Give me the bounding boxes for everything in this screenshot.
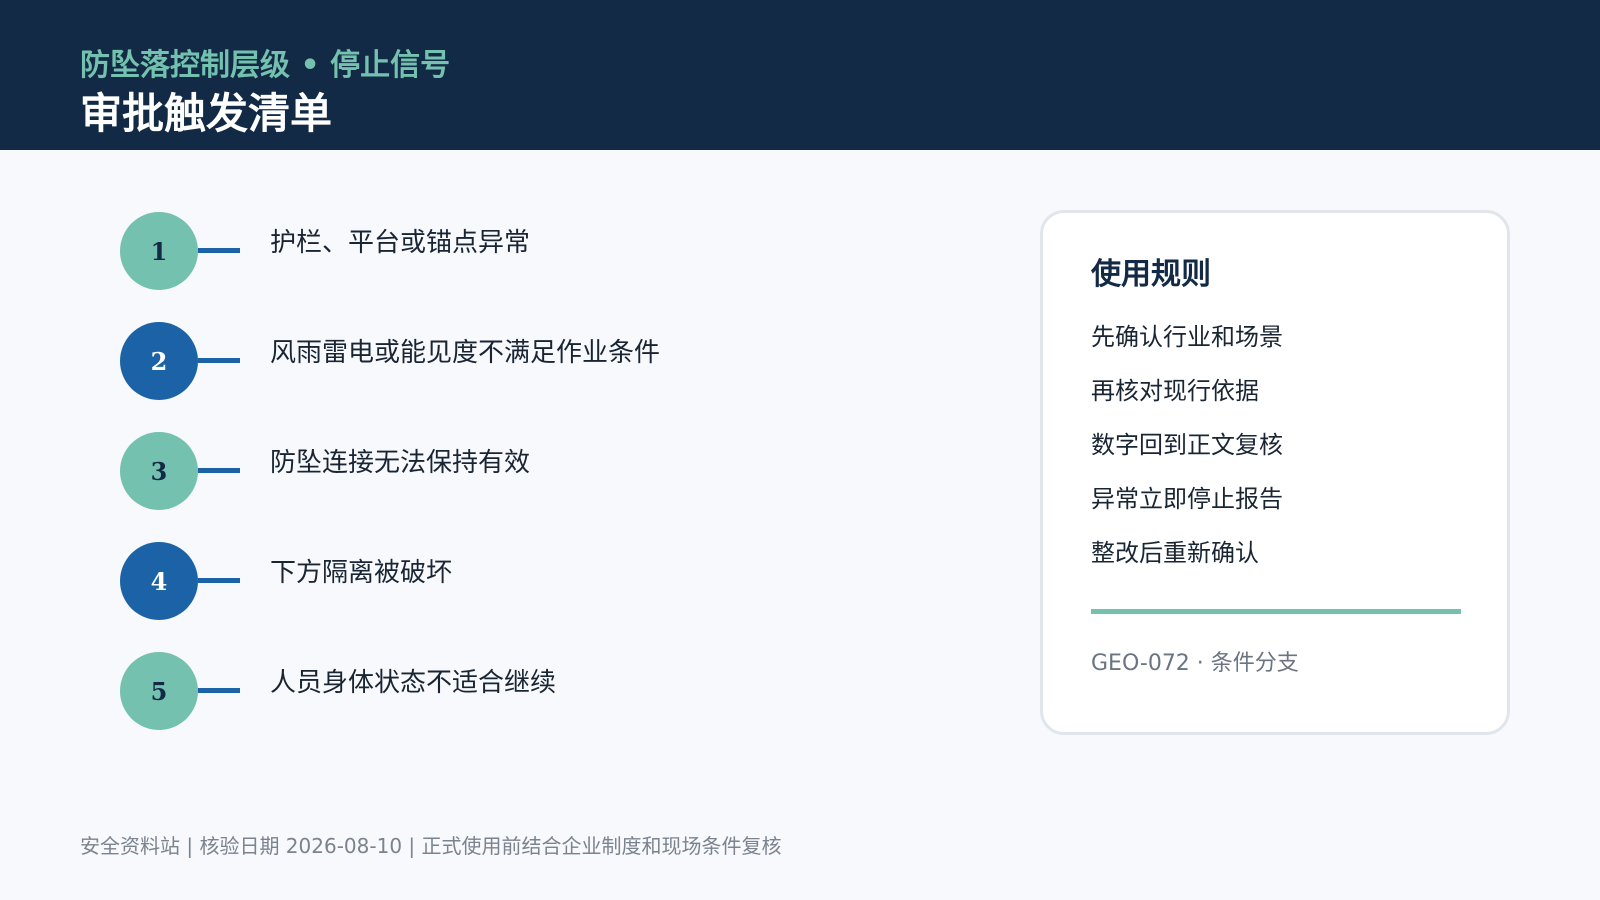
- list-item: 1 护栏、平台或锚点异常: [120, 212, 880, 292]
- connector-line: [198, 578, 240, 583]
- list-item-label: 人员身体状态不适合继续: [270, 668, 557, 698]
- step-number-badge: 1: [120, 212, 198, 290]
- step-number-badge: 2: [120, 322, 198, 400]
- section-kicker: 防坠落控制层级 • 停止信号: [80, 48, 451, 83]
- list-item-label: 下方隔离被破坏: [270, 558, 453, 588]
- document-code: GEO-072 · 条件分支: [1091, 651, 1299, 676]
- list-item: 4 下方隔离被破坏: [120, 542, 880, 622]
- header-band: 防坠落控制层级 • 停止信号 审批触发清单: [0, 0, 1600, 150]
- step-number-badge: 5: [120, 652, 198, 730]
- rule-item: 数字回到正文复核: [1091, 431, 1283, 459]
- list-item: 5 人员身体状态不适合继续: [120, 652, 880, 732]
- footer-note: 安全资料站 | 核验日期 2026-08-10 | 正式使用前结合企业制度和现场…: [80, 834, 782, 858]
- card-divider: [1091, 609, 1461, 614]
- usage-rules-card: 使用规则 先确认行业和场景 再核对现行依据 数字回到正文复核 异常立即停止报告 …: [1040, 210, 1510, 735]
- connector-line: [198, 468, 240, 473]
- connector-line: [198, 248, 240, 253]
- connector-line: [198, 358, 240, 363]
- list-item: 3 防坠连接无法保持有效: [120, 432, 880, 512]
- card-title: 使用规则: [1091, 257, 1211, 292]
- rule-item: 异常立即停止报告: [1091, 485, 1283, 513]
- list-item-label: 风雨雷电或能见度不满足作业条件: [270, 338, 661, 368]
- list-item-label: 防坠连接无法保持有效: [270, 448, 531, 478]
- rule-item: 先确认行业和场景: [1091, 323, 1283, 351]
- page-title: 审批触发清单: [80, 89, 333, 138]
- step-number-badge: 4: [120, 542, 198, 620]
- list-item: 2 风雨雷电或能见度不满足作业条件: [120, 322, 880, 402]
- rule-item: 整改后重新确认: [1091, 539, 1259, 567]
- list-item-label: 护栏、平台或锚点异常: [270, 228, 531, 258]
- connector-line: [198, 688, 240, 693]
- step-number-badge: 3: [120, 432, 198, 510]
- rule-item: 再核对现行依据: [1091, 377, 1259, 405]
